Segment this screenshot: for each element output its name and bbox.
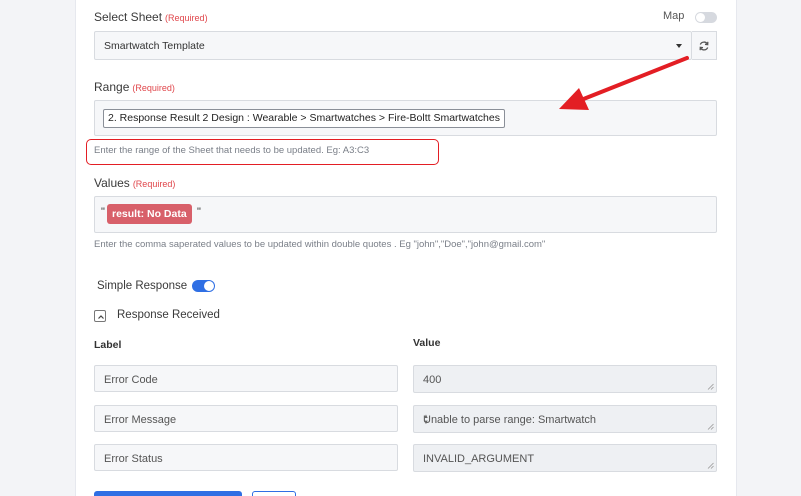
- values-input[interactable]: " result: No Data ": [94, 196, 717, 233]
- range-label: Range (Required): [94, 80, 175, 94]
- close-quote: ": [197, 206, 201, 218]
- column-header-label: Label: [94, 339, 122, 351]
- map-label: Map: [663, 10, 685, 22]
- values-hint: Enter the comma saperated values to be u…: [94, 239, 546, 250]
- response-received-collapse-button[interactable]: [94, 310, 106, 322]
- chevron-up-icon: [98, 315, 104, 319]
- annotation-highlight-box: [86, 139, 439, 165]
- response-label-field: Error Code: [94, 365, 398, 392]
- value-chip[interactable]: result: No Data: [107, 204, 192, 224]
- column-header-value: Value: [413, 337, 441, 349]
- resize-handle-icon[interactable]: [707, 462, 714, 469]
- secondary-action-button[interactable]: [252, 491, 296, 496]
- caret-down-icon: [676, 44, 682, 48]
- range-value-chip: 2. Response Result 2 Design : Wearable >…: [103, 109, 505, 128]
- red-arrow-icon: [559, 56, 689, 110]
- required-marker: (Required): [132, 179, 176, 189]
- response-value-field[interactable]: Unable to parse range: Smartwatch ▲ ▼: [413, 405, 717, 433]
- sheet-select-value: Smartwatch Template: [104, 40, 205, 52]
- select-sheet-label: Select Sheet (Required): [94, 10, 208, 24]
- refresh-button[interactable]: [692, 31, 717, 60]
- simple-response-label: Simple Response: [97, 280, 188, 292]
- simple-response-toggle[interactable]: [192, 280, 215, 292]
- refresh-icon: [699, 41, 709, 51]
- response-label-field: Error Status: [94, 444, 398, 471]
- resize-handle-icon[interactable]: [707, 423, 714, 430]
- primary-action-button[interactable]: [94, 491, 242, 496]
- open-quote: ": [101, 206, 105, 218]
- scroll-arrows-icon[interactable]: ▲ ▼: [423, 414, 711, 426]
- required-marker: (Required): [132, 83, 175, 93]
- response-value-field[interactable]: INVALID_ARGUMENT: [413, 444, 717, 472]
- response-received-label: Response Received: [117, 309, 220, 321]
- values-label: Values (Required): [94, 176, 176, 190]
- map-toggle[interactable]: [695, 12, 717, 23]
- resize-handle-icon[interactable]: [707, 383, 714, 390]
- response-label-field: Error Message: [94, 405, 398, 432]
- response-value-field[interactable]: 400: [413, 365, 717, 393]
- required-marker: (Required): [165, 13, 208, 23]
